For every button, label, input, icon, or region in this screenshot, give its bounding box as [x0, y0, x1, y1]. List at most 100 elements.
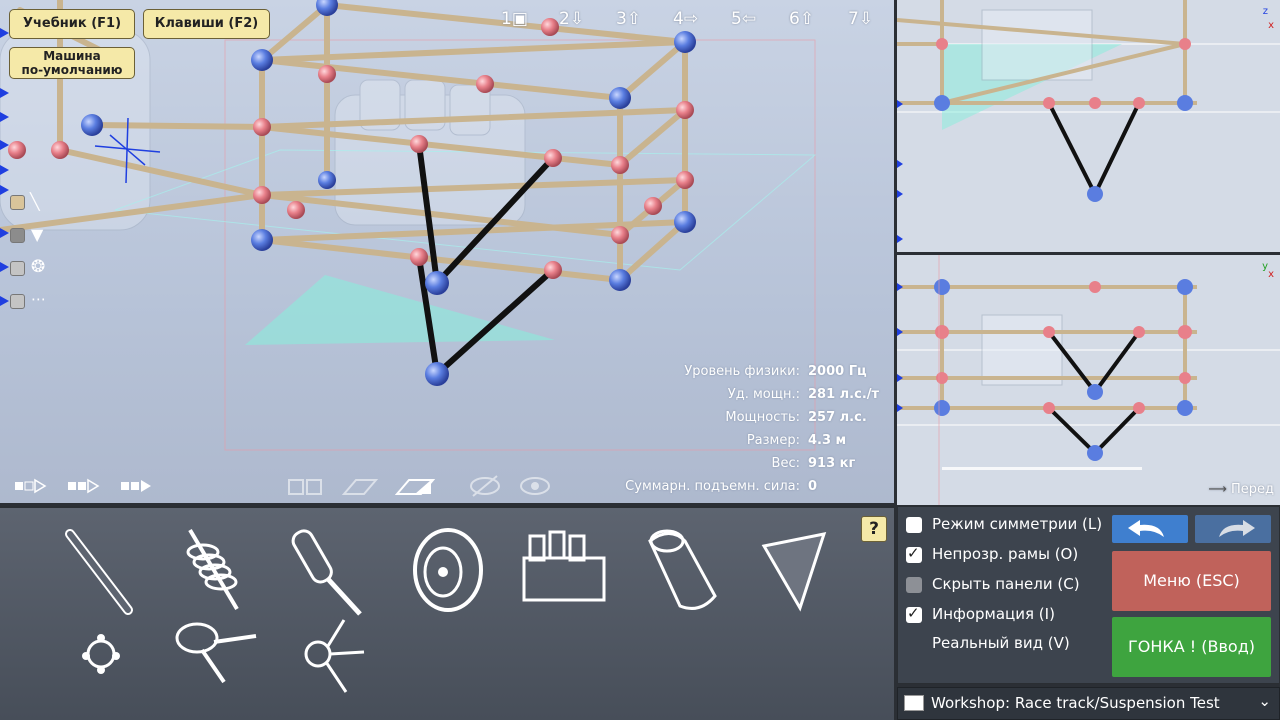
- ground-marker-icon: [0, 296, 9, 306]
- hide-panels-checkbox[interactable]: [906, 577, 922, 593]
- arrow-up-icon: ⇧: [626, 9, 642, 29]
- help-button[interactable]: ?: [861, 516, 887, 542]
- power-ratio-value: 281 л.с./т: [808, 387, 880, 402]
- ground-marker-icon: [0, 228, 9, 238]
- ground-marker-icon: [0, 112, 9, 122]
- view-1-button[interactable]: 1▣: [501, 9, 528, 29]
- opaque-frames-option[interactable]: ✓ Непрозр. рамы (O): [906, 544, 1106, 567]
- view-5-button[interactable]: 5⇦: [731, 9, 756, 29]
- size-value: 4.3 м: [808, 433, 847, 448]
- axis-x-label: x: [1268, 269, 1274, 280]
- camera-icon: ▣: [511, 9, 528, 29]
- nodes-visibility-toggle[interactable]: [10, 294, 25, 309]
- ground-marker-icon: [0, 262, 9, 272]
- symmetry-mode-option[interactable]: Режим симметрии (L): [906, 515, 1106, 537]
- redo-icon: [1219, 520, 1255, 537]
- piston-icon[interactable]: [290, 524, 370, 619]
- size-label: Размер:: [746, 433, 800, 448]
- control-panel: Режим симметрии (L) ✓ Непрозр. рамы (O) …: [897, 506, 1280, 684]
- jet-icon[interactable]: [640, 526, 722, 614]
- mirror-active-icon[interactable]: [395, 474, 435, 498]
- view-4-button[interactable]: 4⇨: [673, 9, 698, 29]
- speed-slow-icon[interactable]: [14, 477, 48, 495]
- weight-value: 913 кг: [808, 456, 856, 471]
- symmetry-mode-checkbox[interactable]: [906, 517, 922, 533]
- engine-icon[interactable]: [518, 528, 610, 608]
- default-car-button[interactable]: Машина по-умолчанию: [9, 47, 135, 79]
- power-ratio-label: Уд. мощн.:: [727, 387, 800, 402]
- ground-marker-icon: [0, 165, 9, 175]
- eye-hidden-icon[interactable]: [465, 474, 505, 498]
- mirror-left-icon[interactable]: [285, 474, 325, 498]
- arrow-up-icon: ⇧: [799, 9, 815, 29]
- opaque-frames-label: Непрозр. рамы (O): [932, 545, 1079, 563]
- real-view-option[interactable]: Реальный вид (V): [906, 634, 1106, 656]
- redo-button[interactable]: [1195, 515, 1271, 543]
- tutorial-button[interactable]: Учебник (F1): [9, 9, 135, 39]
- undo-icon: [1128, 520, 1164, 537]
- chevron-down-icon: ⌄: [1258, 692, 1271, 710]
- default-car-label-line1: Машина: [43, 49, 101, 63]
- workshop-selector[interactable]: Workshop: Race track/Suspension Test ⌄: [897, 687, 1280, 720]
- information-checkbox[interactable]: ✓: [906, 604, 922, 623]
- information-label: Информация (I): [932, 605, 1055, 623]
- parts-palette: ?: [0, 506, 894, 720]
- lift-label: Суммарн. подъемн. сила:: [625, 479, 800, 494]
- check-icon: ✓: [907, 544, 920, 562]
- axis-z-label: z: [1262, 6, 1268, 17]
- power-value: 257 л.с.: [808, 410, 867, 425]
- ground-marker-icon: [0, 88, 9, 98]
- view-2-button[interactable]: 2⇩: [559, 9, 584, 29]
- mirror-right-icon[interactable]: [340, 474, 380, 498]
- spring-icon[interactable]: [175, 524, 255, 619]
- top-view-drawing: [897, 255, 1280, 505]
- main-3d-viewport[interactable]: Учебник (F1) Клавиши (F2) Машина по-умол…: [0, 0, 894, 503]
- hide-panels-option[interactable]: Скрыть панели (C): [906, 575, 1106, 597]
- information-option[interactable]: ✓ Информация (I): [906, 604, 1106, 627]
- node-icon[interactable]: [76, 630, 126, 678]
- power-label: Мощность:: [725, 410, 800, 425]
- hinge-icon[interactable]: [172, 616, 262, 688]
- race-button[interactable]: ГОНКА ! (Ввод): [1112, 617, 1271, 677]
- wings-visibility-toggle[interactable]: [10, 228, 25, 243]
- dots-icon: ⋯: [31, 290, 46, 308]
- side-view-panel[interactable]: z x: [897, 0, 1280, 252]
- side-view-drawing: [897, 0, 1280, 243]
- ground-marker-icon: [0, 28, 9, 38]
- ground-marker-icon: [0, 140, 9, 150]
- physics-value: 2000 Гц: [808, 364, 867, 379]
- symmetry-mode-label: Режим симметрии (L): [932, 515, 1103, 533]
- wheel-icon[interactable]: [410, 526, 488, 614]
- eye-icon[interactable]: [515, 474, 555, 498]
- default-car-label-line2: по-умолчанию: [21, 63, 123, 77]
- physics-label: Уровень физики:: [684, 364, 800, 379]
- undo-button[interactable]: [1112, 515, 1188, 543]
- keys-button[interactable]: Клавиши (F2): [143, 9, 270, 39]
- rod-icon: ╲: [30, 192, 40, 211]
- check-icon: ✓: [907, 604, 920, 622]
- front-direction-label: ⟶ Перед: [1208, 482, 1274, 497]
- arrow-left-icon: ⇦: [741, 9, 757, 29]
- arrow-right-icon: ⟶: [1208, 482, 1227, 497]
- joint-icon[interactable]: [296, 616, 368, 696]
- view-3-button[interactable]: 3⇧: [616, 9, 641, 29]
- arrow-down-icon: ⇩: [569, 9, 585, 29]
- wing-icon[interactable]: [760, 530, 830, 612]
- top-view-panel[interactable]: y x ⟶ Перед: [897, 255, 1280, 505]
- rods-visibility-toggle[interactable]: [10, 195, 25, 210]
- map-icon: [904, 695, 924, 711]
- rod-icon[interactable]: [60, 526, 140, 616]
- axis-x-label: x: [1268, 20, 1274, 31]
- speed-fast-icon[interactable]: [120, 477, 154, 495]
- wheels-visibility-toggle[interactable]: [10, 261, 25, 276]
- ground-marker-icon: [0, 185, 9, 195]
- opaque-frames-checkbox[interactable]: ✓: [906, 544, 922, 563]
- hide-panels-label: Скрыть панели (C): [932, 575, 1080, 593]
- menu-button[interactable]: Меню (ESC): [1112, 551, 1271, 611]
- view-6-button[interactable]: 6⇧: [789, 9, 814, 29]
- speed-medium-icon[interactable]: [67, 477, 101, 495]
- arrow-down-icon: ⇩: [858, 9, 874, 29]
- wheel-icon: ❂: [31, 257, 46, 277]
- lift-value: 0: [808, 479, 818, 494]
- view-7-button[interactable]: 7⇩: [848, 9, 873, 29]
